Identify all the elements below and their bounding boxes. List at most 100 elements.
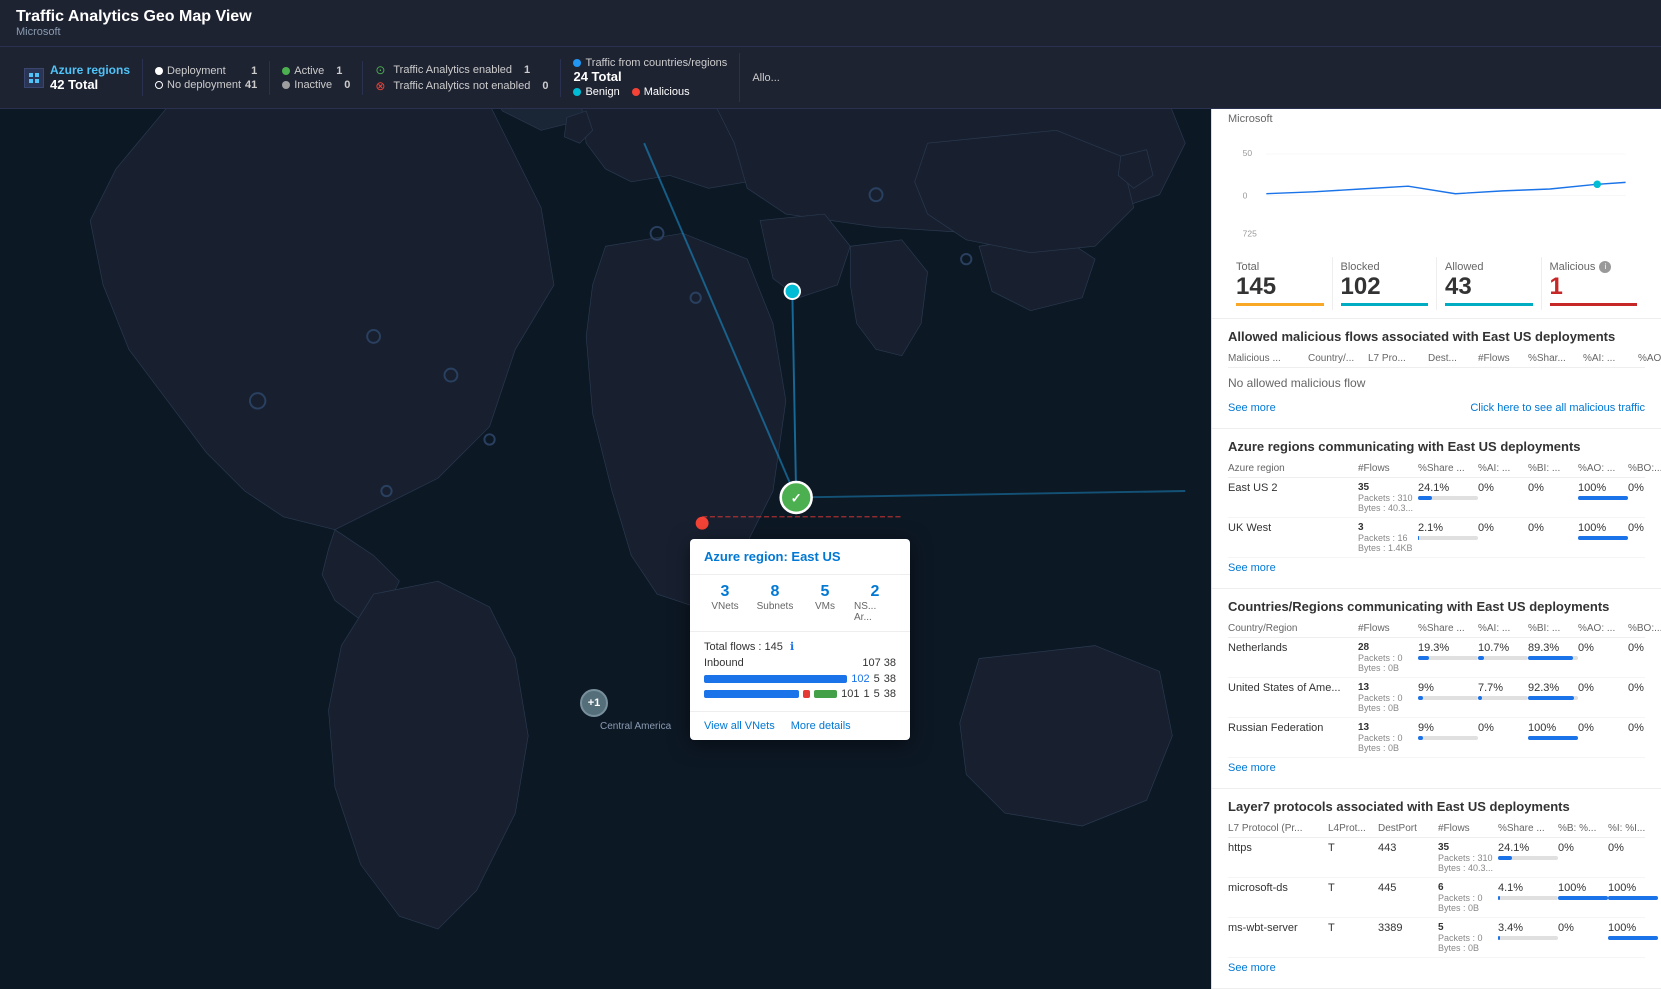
view-all-vnets-link[interactable]: View all VNets bbox=[704, 720, 775, 732]
allowed-label: Allo... bbox=[752, 72, 780, 84]
ao-bar-eu2 bbox=[1578, 496, 1628, 500]
malicious-flows-title: Allowed malicious flows associated with … bbox=[1228, 329, 1645, 344]
malicious-bar bbox=[1550, 303, 1638, 306]
active-rows: Active 1 Inactive 0 bbox=[282, 65, 350, 91]
active-row: Active 1 bbox=[282, 65, 350, 77]
allowed-bar bbox=[1445, 303, 1533, 306]
plus-marker[interactable]: +1 bbox=[580, 689, 608, 717]
vnets-num: 3 bbox=[721, 583, 730, 601]
analytics-enabled-row: ⊙ Traffic Analytics enabled 1 bbox=[375, 63, 548, 77]
benign-label: Benign bbox=[585, 86, 619, 98]
malicious-info-icon[interactable]: i bbox=[1599, 261, 1611, 273]
benign-dot bbox=[573, 88, 581, 96]
countries-content: Traffic from countries/regions 24 Total … bbox=[573, 57, 727, 98]
page-title: Traffic Analytics Geo Map View bbox=[16, 8, 1645, 26]
metric-blocked-value: 102 bbox=[1341, 273, 1429, 301]
inactive-dot bbox=[282, 81, 290, 89]
deployment-rows: Deployment 1 No deployment 41 bbox=[155, 65, 257, 91]
malicious-footer: See more Click here to see all malicious… bbox=[1228, 398, 1645, 418]
subnets-num: 8 bbox=[771, 583, 780, 601]
countries-section-title: Countries/Regions communicating with Eas… bbox=[1228, 599, 1645, 614]
popup-footer: View all VNets More details bbox=[690, 712, 910, 740]
line-chart: 50 0 725 bbox=[1228, 137, 1645, 241]
malicious-row: Malicious bbox=[632, 86, 690, 98]
svg-text:725: 725 bbox=[1243, 228, 1257, 238]
popup-stat-ns: 2 NS... Ar... bbox=[854, 583, 896, 623]
popup-flows: Total flows : 145 ℹ Inbound 107 38 102 5… bbox=[690, 632, 910, 712]
metric-total-value: 145 bbox=[1236, 273, 1324, 301]
popup-stat-vms: 5 VMs bbox=[804, 583, 846, 623]
active-dot bbox=[282, 67, 290, 75]
info-icon[interactable]: ℹ bbox=[790, 641, 794, 653]
metric-blocked-label: Blocked bbox=[1341, 261, 1429, 273]
benign-row: Benign bbox=[573, 86, 619, 98]
more-details-link[interactable]: More details bbox=[791, 720, 851, 732]
active-label: Active bbox=[294, 65, 324, 77]
metric-malicious-label: Malicious i bbox=[1550, 261, 1638, 273]
svg-text:✓: ✓ bbox=[791, 491, 802, 506]
azure-total: 42 Total bbox=[50, 77, 130, 92]
no-deployment-count: 41 bbox=[245, 79, 257, 91]
metric-allowed-label: Allowed bbox=[1445, 261, 1533, 273]
azure-row-ukwest: UK West 3 Packets : 16 Bytes : 1.4KB 2.1… bbox=[1228, 518, 1645, 558]
azure-regions-section: Azure regions communicating with East US… bbox=[1212, 429, 1661, 589]
map-area[interactable]: ✓ +1 Central America Azure region: East … bbox=[0, 109, 1211, 989]
country-row-usa: United States of Ame... 13 Packets : 0 B… bbox=[1228, 678, 1645, 718]
layer7-section: Layer7 protocols associated with East US… bbox=[1212, 789, 1661, 989]
countries-dot bbox=[573, 59, 581, 67]
panel-company: Microsoft bbox=[1212, 109, 1661, 129]
analytics-disabled-row: ⊗ Traffic Analytics not enabled 0 bbox=[375, 79, 548, 93]
analytics-rows: ⊙ Traffic Analytics enabled 1 ⊗ Traffic … bbox=[375, 63, 548, 93]
svg-text:50: 50 bbox=[1243, 148, 1253, 158]
metric-total: Total 145 bbox=[1228, 257, 1333, 310]
no-deployment-label: No deployment bbox=[167, 79, 241, 91]
metric-total-label: Total bbox=[1236, 261, 1324, 273]
vnets-label: VNets bbox=[711, 601, 738, 612]
metrics-row: Total 145 Blocked 102 Allowed 43 Malicio… bbox=[1212, 249, 1661, 319]
azure-see-more[interactable]: See more bbox=[1228, 558, 1645, 578]
chart-area: 50 0 725 bbox=[1212, 129, 1661, 249]
l7-see-more[interactable]: See more bbox=[1228, 958, 1645, 978]
total-flows: Total flows : 145 ℹ bbox=[704, 640, 896, 653]
right-panel: Microsoft 50 0 725 Total 145 bbox=[1211, 109, 1661, 989]
inactive-label: Inactive bbox=[294, 79, 332, 91]
l7-row-mswbt: ms-wbt-server T 3389 5 Packets : 0 Bytes… bbox=[1228, 918, 1645, 958]
popup-title: Azure region: East US bbox=[704, 549, 896, 564]
metric-allowed-value: 43 bbox=[1445, 273, 1533, 301]
subnets-label: Subnets bbox=[757, 601, 794, 612]
stat-group-analytics: ⊙ Traffic Analytics enabled 1 ⊗ Traffic … bbox=[363, 59, 561, 97]
metric-malicious: Malicious i 1 bbox=[1542, 257, 1646, 310]
malicious-flows-section: Allowed malicious flows associated with … bbox=[1212, 319, 1661, 429]
vms-num: 5 bbox=[821, 583, 830, 601]
analytics-disabled-count: 0 bbox=[542, 80, 548, 92]
country-row-russia: Russian Federation 13 Packets : 0 Bytes … bbox=[1228, 718, 1645, 758]
page-header: Traffic Analytics Geo Map View Microsoft bbox=[0, 0, 1661, 47]
countries-see-more[interactable]: See more bbox=[1228, 758, 1645, 778]
countries-total: 24 Total bbox=[573, 69, 727, 84]
layer7-title: Layer7 protocols associated with East US… bbox=[1228, 799, 1645, 814]
ns-label: NS... Ar... bbox=[854, 601, 896, 623]
svg-text:0: 0 bbox=[1243, 190, 1248, 200]
l7-row-microsoftds: microsoft-ds T 445 6 Packets : 0 Bytes :… bbox=[1228, 878, 1645, 918]
stat-group-deployment: Deployment 1 No deployment 41 bbox=[143, 61, 270, 95]
analytics-disabled-label: Traffic Analytics not enabled bbox=[393, 80, 530, 92]
region-popup: Azure region: East US 3 VNets 8 Subnets … bbox=[690, 539, 910, 740]
x-icon: ⊗ bbox=[375, 79, 385, 93]
main-content: ✓ +1 Central America Azure region: East … bbox=[0, 109, 1661, 989]
analytics-enabled-count: 1 bbox=[524, 64, 530, 76]
ns-num: 2 bbox=[871, 583, 880, 601]
malicious-label: Malicious bbox=[644, 86, 690, 98]
malicious-see-more[interactable]: See more bbox=[1228, 398, 1276, 418]
deployment-row-1: Deployment 1 bbox=[155, 65, 257, 77]
malicious-right-link[interactable]: Click here to see all malicious traffic bbox=[1470, 402, 1645, 414]
inactive-row: Inactive 0 bbox=[282, 79, 350, 91]
popup-header: Azure region: East US bbox=[690, 539, 910, 575]
active-count: 1 bbox=[336, 65, 342, 77]
flow-bar-row-1: 102 5 38 bbox=[704, 673, 896, 685]
popup-stats: 3 VNets 8 Subnets 5 VMs 2 NS... Ar... bbox=[690, 575, 910, 632]
world-map-svg: ✓ bbox=[0, 109, 1211, 989]
azure-regions-label: Azure regions 42 Total bbox=[50, 63, 130, 92]
share-bar-uk bbox=[1418, 536, 1478, 540]
central-america-label: Central America bbox=[600, 721, 671, 732]
inactive-count: 0 bbox=[344, 79, 350, 91]
